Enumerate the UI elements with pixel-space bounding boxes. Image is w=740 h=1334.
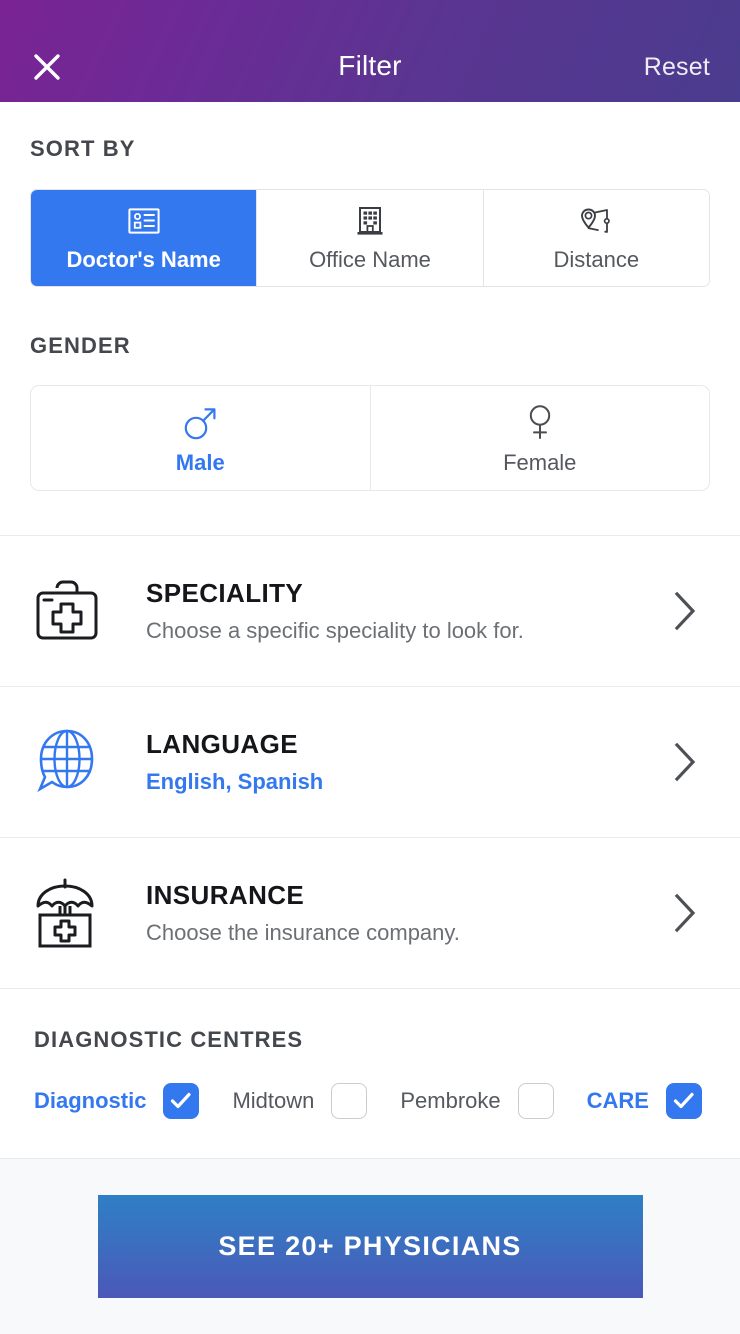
page-title: Filter xyxy=(338,50,402,81)
map-route-pin-icon xyxy=(579,204,613,238)
filter-row-language[interactable]: LANGUAGE English, Spanish xyxy=(0,687,740,837)
sort-option-doctors-name[interactable]: Doctor's Name xyxy=(31,190,257,286)
sort-by-segmented-control: Doctor's Name Office Name Distance xyxy=(30,189,710,287)
diagnostic-centres-list: Diagnostic Midtown Pembroke CARE xyxy=(34,1083,710,1119)
diagnostic-option-care[interactable]: CARE xyxy=(587,1083,702,1119)
filter-row-title: INSURANCE xyxy=(146,880,305,910)
sort-by-section: SORT BY Doctor's Name Office Name Distan… xyxy=(0,102,740,287)
sort-option-label: Office Name xyxy=(309,246,431,272)
close-button[interactable] xyxy=(24,44,70,90)
chevron-right-icon xyxy=(658,590,712,632)
gender-option-male[interactable]: Male xyxy=(31,386,370,490)
sort-option-label: Doctor's Name xyxy=(66,246,221,272)
diagnostic-checkbox[interactable] xyxy=(517,1083,554,1119)
app-header: Filter Reset xyxy=(0,0,740,102)
diagnostic-option-label: Midtown xyxy=(232,1088,315,1113)
building-icon xyxy=(354,204,386,238)
diagnostic-centres-section: DIAGNOSTIC CENTRES Diagnostic Midtown Pe… xyxy=(0,989,740,1119)
filter-row-subtitle: Choose a specific speciality to look for… xyxy=(146,618,524,643)
filter-row-speciality[interactable]: SPECIALITY Choose a specific speciality … xyxy=(0,536,740,686)
diagnostic-option-pembroke[interactable]: Pembroke xyxy=(400,1083,554,1119)
filter-row-title: SPECIALITY xyxy=(146,578,304,608)
sort-option-distance[interactable]: Distance xyxy=(482,190,709,286)
diagnostic-checkbox[interactable] xyxy=(331,1083,368,1119)
filter-row-subtitle: Choose the insurance company. xyxy=(146,920,460,945)
filter-row-text: SPECIALITY Choose a specific speciality … xyxy=(140,578,658,644)
close-x-icon xyxy=(32,52,62,82)
id-card-icon xyxy=(128,204,160,238)
sort-option-label: Distance xyxy=(553,246,640,272)
male-symbol-icon xyxy=(181,400,219,442)
filter-row-title: LANGUAGE xyxy=(146,729,298,759)
medical-briefcase-icon xyxy=(30,575,140,647)
umbrella-medical-box-icon xyxy=(30,875,140,951)
gender-label: GENDER xyxy=(30,333,131,358)
filter-row-text: INSURANCE Choose the insurance company. xyxy=(140,880,658,946)
gender-section: GENDER Male Female xyxy=(0,287,740,491)
globe-speech-bubble-icon xyxy=(30,725,140,799)
diagnostic-centres-label: DIAGNOSTIC CENTRES xyxy=(34,1027,304,1052)
reset-button[interactable]: Reset xyxy=(644,53,710,82)
female-symbol-icon xyxy=(523,400,557,442)
diagnostic-option-diagnostic[interactable]: Diagnostic xyxy=(34,1083,200,1119)
see-physicians-button[interactable]: SEE 20+ PHYSICIANS xyxy=(97,1195,643,1298)
chevron-right-icon xyxy=(658,892,712,934)
sort-option-office-name[interactable]: Office Name xyxy=(256,190,483,286)
filter-rows: SPECIALITY Choose a specific speciality … xyxy=(0,535,740,989)
diagnostic-checkbox[interactable] xyxy=(163,1083,200,1119)
gender-option-label: Male xyxy=(175,450,225,475)
footer-bar: SEE 20+ PHYSICIANS xyxy=(0,1158,740,1334)
filter-screen: Filter Reset SORT BY Doctor's Name Offic… xyxy=(0,0,740,1334)
filter-row-subtitle: English, Spanish xyxy=(146,769,324,794)
gender-option-female[interactable]: Female xyxy=(369,386,710,490)
chevron-right-icon xyxy=(658,741,712,783)
sort-by-label: SORT BY xyxy=(30,136,136,161)
filter-row-text: LANGUAGE English, Spanish xyxy=(140,729,658,795)
diagnostic-option-midtown[interactable]: Midtown xyxy=(232,1083,368,1119)
gender-option-label: Female xyxy=(503,450,577,475)
gender-selector: Male Female xyxy=(30,385,710,491)
diagnostic-option-label: CARE xyxy=(586,1088,649,1113)
diagnostic-option-label: Diagnostic xyxy=(34,1088,147,1113)
diagnostic-checkbox[interactable] xyxy=(665,1083,702,1119)
filter-row-insurance[interactable]: INSURANCE Choose the insurance company. xyxy=(0,838,740,988)
diagnostic-option-label: Pembroke xyxy=(400,1088,501,1113)
